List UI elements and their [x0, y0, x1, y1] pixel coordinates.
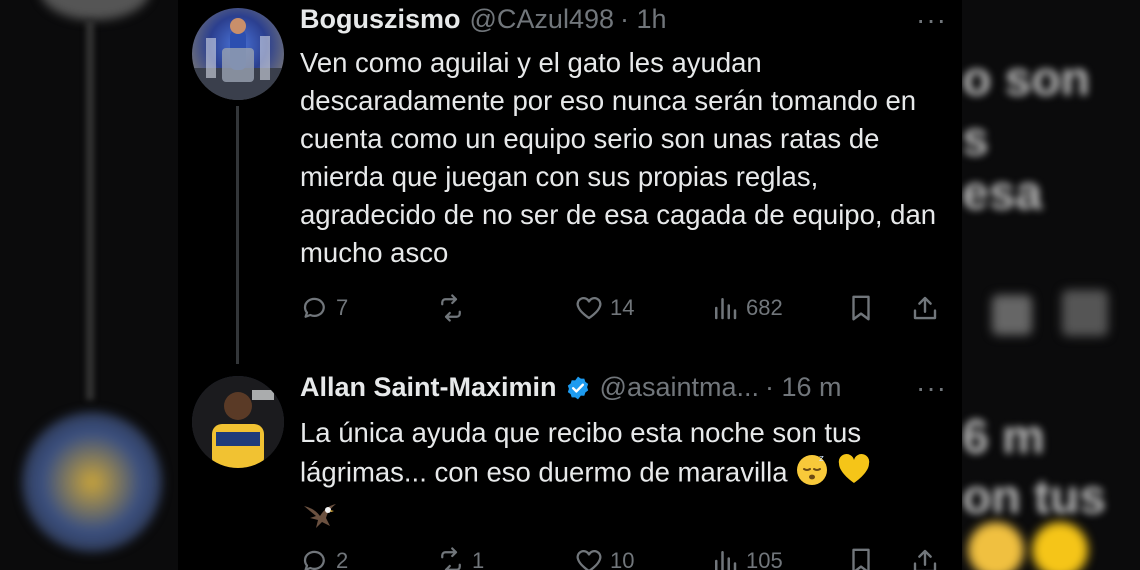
tweet-actions: 7 14 682 [300, 293, 950, 329]
reply-button[interactable]: 2 [300, 546, 348, 570]
tweet-text: La única ayuda que recibo esta noche son… [300, 414, 910, 540]
tweet-text: Ven como aguilai y el gato les ayudan de… [300, 47, 937, 268]
repost-icon [441, 294, 461, 322]
blurred-emoji [968, 522, 1024, 570]
like-icon [576, 550, 602, 570]
blurred-text-line: esa [962, 167, 1043, 220]
reply-count: 7 [336, 295, 349, 320]
timestamp[interactable]: · 16 m [765, 372, 842, 403]
blurred-bookmark-icon [992, 295, 1032, 335]
more-options-icon[interactable]: ··· [916, 372, 947, 404]
like-button[interactable]: 14 [574, 293, 634, 323]
blurred-text-line: o son [962, 53, 1090, 106]
views-icon [715, 551, 737, 570]
yellow-heart-emoji [837, 453, 871, 495]
avatar-image [192, 376, 284, 468]
tweet-thread: Boguszismo @CAzul498 · 1h ··· Ven como a… [178, 0, 962, 570]
bookmark-icon [852, 548, 870, 570]
avatar[interactable] [192, 8, 284, 100]
share-button[interactable] [910, 546, 940, 570]
blurred-text-line: s [962, 113, 989, 166]
tweet-text-content: La única ayuda que recibo esta noche son… [300, 417, 862, 488]
share-icon [913, 549, 937, 570]
tweet-header: Boguszismo @CAzul498 · 1h [300, 4, 667, 35]
blurred-share-icon [1062, 290, 1108, 336]
views-count: 682 [746, 295, 783, 320]
svg-text:z: z [819, 454, 824, 464]
reply-count: 2 [336, 548, 349, 570]
blurred-text-line: 6 m [962, 411, 1045, 464]
timestamp[interactable]: · 1h [620, 4, 667, 35]
repost-icon [441, 547, 461, 570]
bookmark-icon [852, 295, 870, 321]
like-button[interactable]: 10 [574, 546, 634, 570]
bookmark-button[interactable] [846, 546, 876, 570]
repost-button[interactable]: 1 [436, 546, 484, 570]
like-count: 14 [610, 295, 635, 320]
avatar-image [192, 18, 284, 100]
verified-badge-icon [565, 375, 591, 401]
views-count: 105 [746, 548, 783, 570]
avatar[interactable] [192, 376, 284, 468]
tweet-actions: 2 1 10 105 [300, 546, 950, 570]
share-icon [913, 296, 937, 320]
reply-button[interactable]: 7 [300, 293, 348, 323]
eagle-emoji [300, 496, 340, 540]
views-icon [715, 298, 737, 320]
like-count: 10 [610, 548, 635, 570]
share-button[interactable] [910, 293, 940, 323]
blurred-left-background [0, 0, 178, 570]
views-button[interactable]: 682 [710, 293, 783, 323]
tweet-header: Allan Saint-Maximin @asaintma... · 16 m [300, 372, 842, 403]
like-icon [576, 297, 602, 320]
username-handle[interactable]: @asaintma... [600, 372, 759, 403]
display-name[interactable]: Boguszismo [300, 4, 461, 35]
blurred-right-background: o son s esa 6 m on tus [962, 0, 1140, 570]
sleeping-face-emoji: z [795, 452, 829, 496]
blurred-avatar-bottom [22, 412, 162, 552]
blurred-text-line: on tus [962, 471, 1106, 524]
reply-icon [303, 550, 325, 570]
blurred-thread-line [86, 20, 94, 400]
blurred-heart-emoji [1032, 522, 1088, 570]
blurred-avatar-top [40, 0, 150, 20]
reply-icon [303, 297, 325, 318]
views-button[interactable]: 105 [710, 546, 783, 570]
thread-connector-line [236, 106, 239, 364]
bookmark-button[interactable] [846, 293, 876, 323]
repost-count: 1 [472, 548, 485, 570]
username-handle[interactable]: @CAzul498 [470, 4, 614, 35]
more-options-icon[interactable]: ··· [916, 4, 947, 36]
repost-button[interactable] [436, 293, 472, 323]
display-name[interactable]: Allan Saint-Maximin [300, 372, 557, 403]
